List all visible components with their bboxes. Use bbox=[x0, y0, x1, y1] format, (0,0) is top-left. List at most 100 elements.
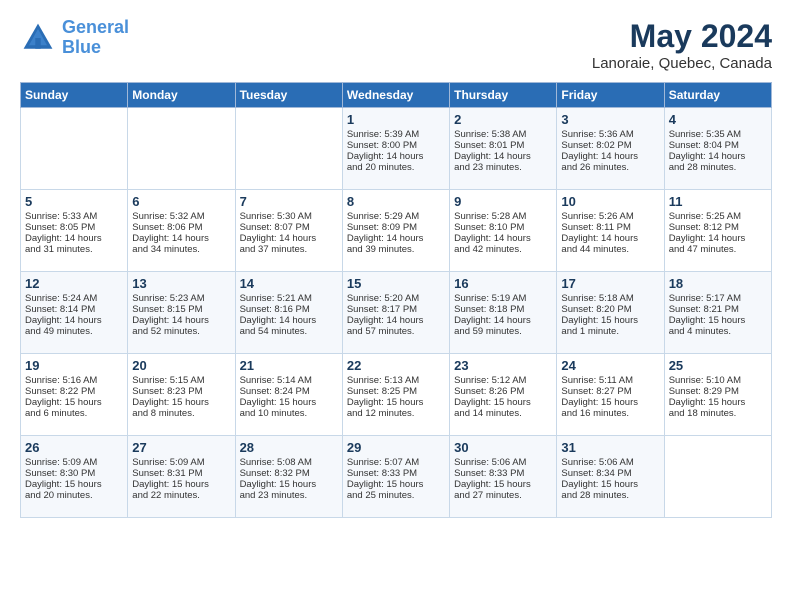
subtitle: Lanoraie, Quebec, Canada bbox=[592, 55, 772, 72]
week-row-1: 1Sunrise: 5:39 AMSunset: 8:00 PMDaylight… bbox=[21, 108, 772, 190]
header-row: Sunday Monday Tuesday Wednesday Thursday… bbox=[21, 83, 772, 108]
day-info-line: and 49 minutes. bbox=[25, 326, 123, 337]
day-info-line: Sunset: 8:29 PM bbox=[669, 386, 767, 397]
day-info-line: Sunset: 8:12 PM bbox=[669, 222, 767, 233]
day-number: 14 bbox=[240, 276, 338, 291]
day-number: 4 bbox=[669, 112, 767, 127]
day-info-line: Sunset: 8:22 PM bbox=[25, 386, 123, 397]
cell-w1-d3: 1Sunrise: 5:39 AMSunset: 8:00 PMDaylight… bbox=[342, 108, 449, 190]
day-info-line: and 47 minutes. bbox=[669, 244, 767, 255]
day-info-line: Sunset: 8:34 PM bbox=[561, 468, 659, 479]
day-info-line: Sunrise: 5:36 AM bbox=[561, 129, 659, 140]
day-info-line: and 23 minutes. bbox=[454, 162, 552, 173]
day-number: 26 bbox=[25, 440, 123, 455]
day-info-line: Sunrise: 5:24 AM bbox=[25, 293, 123, 304]
cell-w2-d4: 9Sunrise: 5:28 AMSunset: 8:10 PMDaylight… bbox=[450, 190, 557, 272]
day-info-line: and 57 minutes. bbox=[347, 326, 445, 337]
cell-w3-d5: 17Sunrise: 5:18 AMSunset: 8:20 PMDayligh… bbox=[557, 272, 664, 354]
day-number: 15 bbox=[347, 276, 445, 291]
day-info-line: Sunset: 8:17 PM bbox=[347, 304, 445, 315]
title-block: May 2024 Lanoraie, Quebec, Canada bbox=[592, 18, 772, 72]
day-info-line: and 44 minutes. bbox=[561, 244, 659, 255]
day-info-line: Sunset: 8:24 PM bbox=[240, 386, 338, 397]
day-number: 24 bbox=[561, 358, 659, 373]
day-number: 3 bbox=[561, 112, 659, 127]
day-info-line: Daylight: 15 hours bbox=[454, 479, 552, 490]
day-info-line: Sunset: 8:23 PM bbox=[132, 386, 230, 397]
day-info-line: Sunrise: 5:10 AM bbox=[669, 375, 767, 386]
week-row-2: 5Sunrise: 5:33 AMSunset: 8:05 PMDaylight… bbox=[21, 190, 772, 272]
cell-w5-d2: 28Sunrise: 5:08 AMSunset: 8:32 PMDayligh… bbox=[235, 436, 342, 518]
day-info-line: Daylight: 14 hours bbox=[347, 151, 445, 162]
cell-w5-d4: 30Sunrise: 5:06 AMSunset: 8:33 PMDayligh… bbox=[450, 436, 557, 518]
day-info-line: and 59 minutes. bbox=[454, 326, 552, 337]
day-number: 5 bbox=[25, 194, 123, 209]
day-info-line: Sunset: 8:32 PM bbox=[240, 468, 338, 479]
col-friday: Friday bbox=[557, 83, 664, 108]
cell-w2-d1: 6Sunrise: 5:32 AMSunset: 8:06 PMDaylight… bbox=[128, 190, 235, 272]
day-info-line: and 42 minutes. bbox=[454, 244, 552, 255]
day-info-line: Sunrise: 5:06 AM bbox=[561, 457, 659, 468]
day-info-line: Sunrise: 5:32 AM bbox=[132, 211, 230, 222]
cell-w1-d4: 2Sunrise: 5:38 AMSunset: 8:01 PMDaylight… bbox=[450, 108, 557, 190]
day-info-line: Daylight: 15 hours bbox=[561, 315, 659, 326]
day-number: 19 bbox=[25, 358, 123, 373]
day-info-line: Sunrise: 5:11 AM bbox=[561, 375, 659, 386]
day-info-line: Daylight: 14 hours bbox=[25, 233, 123, 244]
main-title: May 2024 bbox=[592, 18, 772, 55]
day-info-line: and 25 minutes. bbox=[347, 490, 445, 501]
day-number: 27 bbox=[132, 440, 230, 455]
day-info-line: Sunrise: 5:06 AM bbox=[454, 457, 552, 468]
day-info-line: Sunset: 8:05 PM bbox=[25, 222, 123, 233]
day-info-line: Sunset: 8:20 PM bbox=[561, 304, 659, 315]
cell-w1-d2 bbox=[235, 108, 342, 190]
day-number: 18 bbox=[669, 276, 767, 291]
day-info-line: Sunset: 8:16 PM bbox=[240, 304, 338, 315]
day-info-line: Sunset: 8:02 PM bbox=[561, 140, 659, 151]
cell-w1-d1 bbox=[128, 108, 235, 190]
day-number: 28 bbox=[240, 440, 338, 455]
day-info-line: and 4 minutes. bbox=[669, 326, 767, 337]
day-info-line: Daylight: 15 hours bbox=[347, 397, 445, 408]
cell-w4-d0: 19Sunrise: 5:16 AMSunset: 8:22 PMDayligh… bbox=[21, 354, 128, 436]
day-number: 30 bbox=[454, 440, 552, 455]
day-number: 8 bbox=[347, 194, 445, 209]
cell-w2-d0: 5Sunrise: 5:33 AMSunset: 8:05 PMDaylight… bbox=[21, 190, 128, 272]
col-wednesday: Wednesday bbox=[342, 83, 449, 108]
cell-w4-d2: 21Sunrise: 5:14 AMSunset: 8:24 PMDayligh… bbox=[235, 354, 342, 436]
day-info-line: and 6 minutes. bbox=[25, 408, 123, 419]
day-info-line: Daylight: 15 hours bbox=[240, 397, 338, 408]
day-info-line: and 52 minutes. bbox=[132, 326, 230, 337]
cell-w5-d6 bbox=[664, 436, 771, 518]
day-info-line: Sunset: 8:21 PM bbox=[669, 304, 767, 315]
day-number: 10 bbox=[561, 194, 659, 209]
day-info-line: Sunset: 8:00 PM bbox=[347, 140, 445, 151]
day-info-line: Daylight: 14 hours bbox=[240, 233, 338, 244]
day-number: 9 bbox=[454, 194, 552, 209]
logo: General Blue bbox=[20, 18, 129, 58]
day-info-line: Sunset: 8:18 PM bbox=[454, 304, 552, 315]
day-number: 29 bbox=[347, 440, 445, 455]
day-info-line: Sunrise: 5:26 AM bbox=[561, 211, 659, 222]
day-info-line: Daylight: 15 hours bbox=[132, 479, 230, 490]
day-info-line: and 20 minutes. bbox=[347, 162, 445, 173]
logo-text: General Blue bbox=[62, 18, 129, 58]
day-info-line: Sunrise: 5:21 AM bbox=[240, 293, 338, 304]
day-info-line: Sunrise: 5:17 AM bbox=[669, 293, 767, 304]
day-info-line: and 34 minutes. bbox=[132, 244, 230, 255]
day-info-line: Daylight: 14 hours bbox=[25, 315, 123, 326]
day-info-line: Sunrise: 5:18 AM bbox=[561, 293, 659, 304]
day-info-line: Sunrise: 5:20 AM bbox=[347, 293, 445, 304]
cell-w2-d3: 8Sunrise: 5:29 AMSunset: 8:09 PMDaylight… bbox=[342, 190, 449, 272]
day-info-line: and 39 minutes. bbox=[347, 244, 445, 255]
cell-w5-d0: 26Sunrise: 5:09 AMSunset: 8:30 PMDayligh… bbox=[21, 436, 128, 518]
day-number: 13 bbox=[132, 276, 230, 291]
day-info-line: Sunset: 8:11 PM bbox=[561, 222, 659, 233]
cell-w3-d3: 15Sunrise: 5:20 AMSunset: 8:17 PMDayligh… bbox=[342, 272, 449, 354]
day-info-line: Sunrise: 5:09 AM bbox=[132, 457, 230, 468]
day-info-line: and 22 minutes. bbox=[132, 490, 230, 501]
day-info-line: Sunrise: 5:28 AM bbox=[454, 211, 552, 222]
day-info-line: Daylight: 15 hours bbox=[454, 397, 552, 408]
cell-w3-d0: 12Sunrise: 5:24 AMSunset: 8:14 PMDayligh… bbox=[21, 272, 128, 354]
col-tuesday: Tuesday bbox=[235, 83, 342, 108]
